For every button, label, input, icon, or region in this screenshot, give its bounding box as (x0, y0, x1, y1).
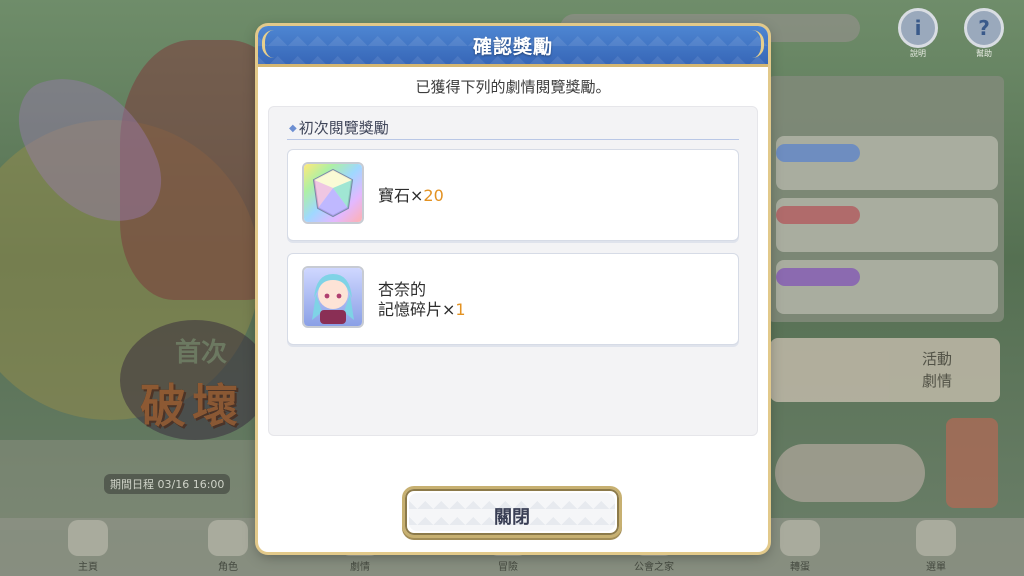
dialog-title: 確認獎勵 (472, 36, 553, 58)
character-icon (208, 520, 248, 556)
event-logo-top: 首次 (175, 338, 228, 368)
nav-menu[interactable]: 選單 (906, 520, 966, 576)
reward-item-label: 杏奈的 記憶碎片×1 (378, 280, 466, 320)
reward-item-label: 寶石×20 (378, 186, 444, 206)
character-memory-piece-icon (302, 266, 364, 328)
nav-label: 劇情 (350, 562, 370, 573)
nav-character[interactable]: 角色 (198, 520, 258, 576)
nav-home[interactable]: 主頁 (58, 520, 118, 576)
section-header: ◆ 初次閱覽獎勵 (289, 117, 389, 138)
dialog-header: 確認獎勵 (258, 26, 768, 67)
info-button[interactable]: i 說明 (894, 8, 942, 60)
quest-pill (776, 144, 860, 162)
event-date: 期間日程 03/16 16:00 (104, 474, 231, 494)
reward-quantity: 1 (455, 300, 466, 319)
section-title: 初次閱覽獎勵 (298, 119, 389, 137)
reward-confirm-dialog: 確認獎勵 已獲得下列的劇情閱覽獎勵。 ◆ 初次閱覽獎勵 寶石×20 杏奈的 記憶… (258, 26, 768, 552)
help-button-label: 幫助 (976, 49, 992, 58)
quest-row[interactable] (776, 136, 998, 190)
reward-name: 寶石× (378, 186, 424, 205)
dialog-subtitle: 已獲得下列的劇情閱覽獎勵。 (415, 78, 611, 96)
home-icon (68, 520, 108, 556)
nav-label: 公會之家 (634, 562, 674, 573)
nav-label: 轉蛋 (790, 562, 810, 573)
close-button-label: 關閉 (494, 507, 530, 528)
event-story-button[interactable]: 活動 劇情 (770, 338, 1000, 402)
side-banner[interactable] (946, 418, 998, 508)
diamond-bullet-icon: ◆ (289, 123, 297, 134)
reward-item-gem: 寶石×20 (287, 149, 739, 241)
ticket-counter[interactable] (775, 444, 925, 502)
quest-row[interactable] (776, 198, 998, 252)
event-story-label: 活動 劇情 (921, 350, 952, 390)
help-icon: ? (964, 8, 1004, 48)
nav-gacha[interactable]: 轉蛋 (770, 520, 830, 576)
gacha-icon (780, 520, 820, 556)
section-divider (287, 139, 739, 140)
reward-quantity: 20 (423, 186, 444, 205)
reward-item-memory-piece: 杏奈的 記憶碎片×1 (287, 253, 739, 345)
nav-label: 角色 (218, 562, 238, 573)
event-logo: 破壞 (140, 379, 244, 433)
info-icon: i (898, 8, 938, 48)
info-button-label: 說明 (910, 49, 926, 58)
reward-name-line2: 記憶碎片× (378, 300, 456, 319)
rainbow-gem-icon (302, 162, 364, 224)
close-button[interactable]: 關閉 (402, 486, 622, 538)
nav-label: 主頁 (78, 562, 98, 573)
quest-pill (776, 206, 860, 224)
quest-row[interactable] (776, 260, 998, 314)
close-button-face: 關閉 (409, 493, 615, 531)
help-button[interactable]: ? 幫助 (960, 8, 1008, 60)
menu-icon (916, 520, 956, 556)
quest-pill (776, 268, 860, 286)
reward-list-panel: ◆ 初次閱覽獎勵 寶石×20 杏奈的 記憶碎片×1 (268, 106, 758, 436)
nav-label: 選單 (926, 562, 946, 573)
nav-label: 冒險 (498, 562, 518, 573)
reward-name-line1: 杏奈的 (378, 280, 427, 299)
